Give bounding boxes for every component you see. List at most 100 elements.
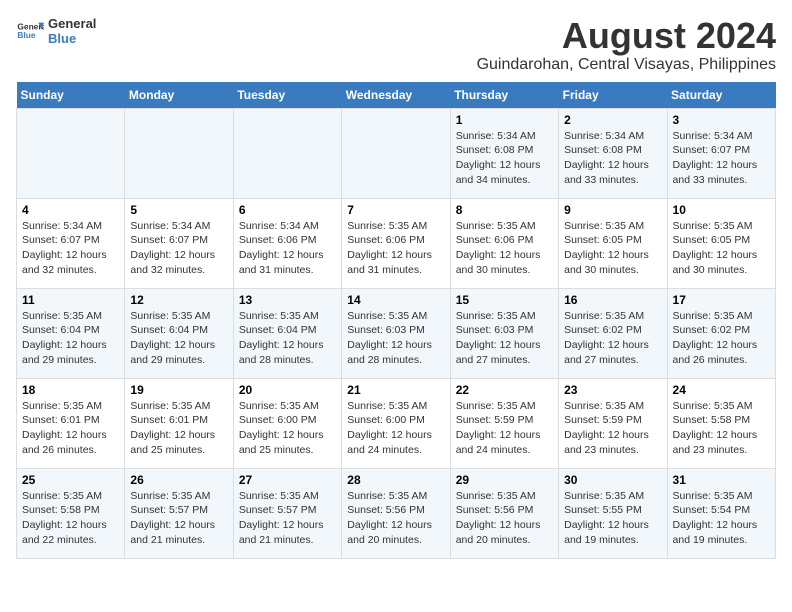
day-number: 6 (239, 203, 336, 217)
day-info: Sunrise: 5:34 AM Sunset: 6:07 PM Dayligh… (673, 129, 770, 188)
calendar-cell: 8 Sunrise: 5:35 AM Sunset: 6:06 PM Daylig… (450, 198, 558, 288)
calendar-cell: 25Sunrise: 5:35 AM Sunset: 5:58 PM Dayli… (17, 468, 125, 558)
day-info: Sunrise: 5:35 AM Sunset: 6:04 PM Dayligh… (130, 309, 227, 368)
day-number: 18 (22, 383, 119, 397)
calendar-cell: 17 Sunrise: 5:35 AM Sunset: 6:02 PM Dayli… (667, 288, 775, 378)
header-day-monday: Monday (125, 82, 233, 109)
day-number: 31 (673, 473, 770, 487)
calendar-cell: 30 Sunrise: 5:35 AM Sunset: 5:55 PM Dayli… (559, 468, 667, 558)
header-day-saturday: Saturday (667, 82, 775, 109)
day-number: 29 (456, 473, 553, 487)
day-info: Sunrise: 5:35 AM Sunset: 6:02 PM Dayligh… (673, 309, 770, 368)
week-row-2: 4 Sunrise: 5:34 AM Sunset: 6:07 PM Daylig… (17, 198, 776, 288)
week-row-1: 1Sunrise: 5:34 AM Sunset: 6:08 PM Daylig… (17, 108, 776, 198)
calendar-table: SundayMondayTuesdayWednesdayThursdayFrid… (16, 82, 776, 559)
day-number: 23 (564, 383, 661, 397)
header-day-wednesday: Wednesday (342, 82, 450, 109)
header-row: SundayMondayTuesdayWednesdayThursdayFrid… (17, 82, 776, 109)
day-number: 19 (130, 383, 227, 397)
calendar-cell: 11Sunrise: 5:35 AM Sunset: 6:04 PM Dayli… (17, 288, 125, 378)
day-number: 17 (673, 293, 770, 307)
day-number: 20 (239, 383, 336, 397)
day-info: Sunrise: 5:35 AM Sunset: 5:56 PM Dayligh… (456, 489, 553, 548)
day-info: Sunrise: 5:35 AM Sunset: 6:01 PM Dayligh… (130, 399, 227, 458)
day-info: Sunrise: 5:35 AM Sunset: 6:06 PM Dayligh… (347, 219, 444, 278)
day-number: 22 (456, 383, 553, 397)
logo-general: General (48, 16, 96, 31)
calendar-cell (233, 108, 341, 198)
day-info: Sunrise: 5:34 AM Sunset: 6:07 PM Dayligh… (130, 219, 227, 278)
day-number: 10 (673, 203, 770, 217)
day-number: 27 (239, 473, 336, 487)
day-number: 3 (673, 113, 770, 127)
day-info: Sunrise: 5:35 AM Sunset: 5:56 PM Dayligh… (347, 489, 444, 548)
day-info: Sunrise: 5:35 AM Sunset: 5:54 PM Dayligh… (673, 489, 770, 548)
day-info: Sunrise: 5:35 AM Sunset: 6:03 PM Dayligh… (456, 309, 553, 368)
calendar-cell: 3 Sunrise: 5:34 AM Sunset: 6:07 PM Daylig… (667, 108, 775, 198)
page-title: August 2024 (477, 16, 776, 56)
calendar-cell: 31 Sunrise: 5:35 AM Sunset: 5:54 PM Dayli… (667, 468, 775, 558)
week-row-4: 18 Sunrise: 5:35 AM Sunset: 6:01 PM Dayli… (17, 378, 776, 468)
day-info: Sunrise: 5:35 AM Sunset: 5:57 PM Dayligh… (130, 489, 227, 548)
calendar-cell: 9Sunrise: 5:35 AM Sunset: 6:05 PM Daylig… (559, 198, 667, 288)
day-info: Sunrise: 5:34 AM Sunset: 6:08 PM Dayligh… (564, 129, 661, 188)
calendar-cell: 26Sunrise: 5:35 AM Sunset: 5:57 PM Dayli… (125, 468, 233, 558)
day-number: 28 (347, 473, 444, 487)
day-number: 13 (239, 293, 336, 307)
day-info: Sunrise: 5:35 AM Sunset: 6:02 PM Dayligh… (564, 309, 661, 368)
calendar-cell: 10Sunrise: 5:35 AM Sunset: 6:05 PM Dayli… (667, 198, 775, 288)
page-subtitle: Guindarohan, Central Visayas, Philippine… (477, 56, 776, 74)
calendar-cell: 20 Sunrise: 5:35 AM Sunset: 6:00 PM Dayli… (233, 378, 341, 468)
header-day-friday: Friday (559, 82, 667, 109)
calendar-cell: 21 Sunrise: 5:35 AM Sunset: 6:00 PM Dayli… (342, 378, 450, 468)
day-number: 4 (22, 203, 119, 217)
calendar-cell: 27 Sunrise: 5:35 AM Sunset: 5:57 PM Dayli… (233, 468, 341, 558)
logo-icon: General Blue (16, 17, 44, 45)
day-info: Sunrise: 5:34 AM Sunset: 6:06 PM Dayligh… (239, 219, 336, 278)
calendar-cell: 24 Sunrise: 5:35 AM Sunset: 5:58 PM Dayli… (667, 378, 775, 468)
header-day-tuesday: Tuesday (233, 82, 341, 109)
calendar-cell: 2Sunrise: 5:34 AM Sunset: 6:08 PM Daylig… (559, 108, 667, 198)
calendar-cell: 22 Sunrise: 5:35 AM Sunset: 5:59 PM Dayli… (450, 378, 558, 468)
day-info: Sunrise: 5:35 AM Sunset: 5:59 PM Dayligh… (456, 399, 553, 458)
day-info: Sunrise: 5:35 AM Sunset: 6:01 PM Dayligh… (22, 399, 119, 458)
day-number: 15 (456, 293, 553, 307)
header-day-thursday: Thursday (450, 82, 558, 109)
day-number: 30 (564, 473, 661, 487)
day-info: Sunrise: 5:34 AM Sunset: 6:07 PM Dayligh… (22, 219, 119, 278)
svg-text:Blue: Blue (17, 30, 35, 40)
calendar-cell: 15 Sunrise: 5:35 AM Sunset: 6:03 PM Dayli… (450, 288, 558, 378)
day-info: Sunrise: 5:35 AM Sunset: 5:58 PM Dayligh… (673, 399, 770, 458)
calendar-cell: 6 Sunrise: 5:34 AM Sunset: 6:06 PM Daylig… (233, 198, 341, 288)
calendar-cell: 18 Sunrise: 5:35 AM Sunset: 6:01 PM Dayli… (17, 378, 125, 468)
day-info: Sunrise: 5:35 AM Sunset: 6:06 PM Dayligh… (456, 219, 553, 278)
day-number: 12 (130, 293, 227, 307)
day-info: Sunrise: 5:35 AM Sunset: 6:00 PM Dayligh… (239, 399, 336, 458)
logo-blue: Blue (48, 31, 96, 46)
day-info: Sunrise: 5:35 AM Sunset: 5:55 PM Dayligh… (564, 489, 661, 548)
day-info: Sunrise: 5:35 AM Sunset: 5:59 PM Dayligh… (564, 399, 661, 458)
day-number: 8 (456, 203, 553, 217)
day-info: Sunrise: 5:35 AM Sunset: 6:04 PM Dayligh… (239, 309, 336, 368)
day-info: Sunrise: 5:35 AM Sunset: 5:58 PM Dayligh… (22, 489, 119, 548)
title-block: August 2024 Guindarohan, Central Visayas… (477, 16, 776, 74)
day-info: Sunrise: 5:35 AM Sunset: 5:57 PM Dayligh… (239, 489, 336, 548)
calendar-cell: 12 Sunrise: 5:35 AM Sunset: 6:04 PM Dayli… (125, 288, 233, 378)
week-row-5: 25Sunrise: 5:35 AM Sunset: 5:58 PM Dayli… (17, 468, 776, 558)
calendar-cell: 16Sunrise: 5:35 AM Sunset: 6:02 PM Dayli… (559, 288, 667, 378)
day-info: Sunrise: 5:35 AM Sunset: 6:05 PM Dayligh… (564, 219, 661, 278)
day-info: Sunrise: 5:35 AM Sunset: 6:00 PM Dayligh… (347, 399, 444, 458)
page-header: General Blue General Blue August 2024 Gu… (16, 16, 776, 74)
day-number: 11 (22, 293, 119, 307)
week-row-3: 11 Sunrise: 5:35 AM Sunset: 6:04 PM Dayli… (17, 288, 776, 378)
day-info: Sunrise: 5:35 AM Sunset: 6:03 PM Dayligh… (347, 309, 444, 368)
calendar-cell: 14Sunrise: 5:35 AM Sunset: 6:03 PM Dayli… (342, 288, 450, 378)
calendar-cell: 29 Sunrise: 5:35 AM Sunset: 5:56 PM Dayli… (450, 468, 558, 558)
day-number: 24 (673, 383, 770, 397)
calendar-cell (125, 108, 233, 198)
logo: General Blue General Blue (16, 16, 96, 46)
calendar-cell: 4 Sunrise: 5:34 AM Sunset: 6:07 PM Daylig… (17, 198, 125, 288)
day-number: 21 (347, 383, 444, 397)
calendar-cell: 19 Sunrise: 5:35 AM Sunset: 6:01 PM Dayli… (125, 378, 233, 468)
header-day-sunday: Sunday (17, 82, 125, 109)
